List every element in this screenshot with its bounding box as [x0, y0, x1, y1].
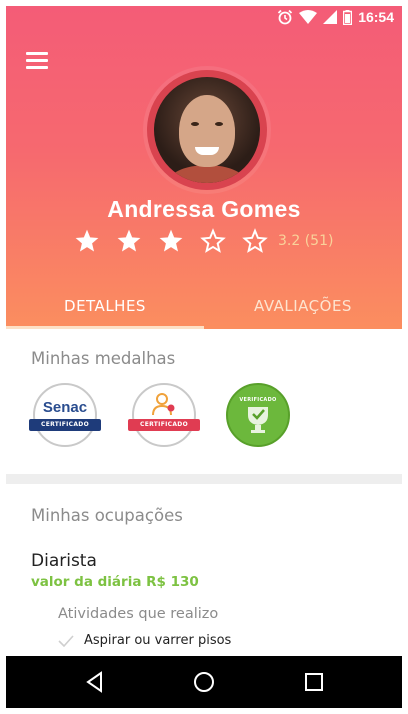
occupation-title: Diarista	[31, 551, 97, 571]
hamburger-menu-icon[interactable]	[26, 52, 48, 70]
details-content: Minhas medalhas Senac CERTIFICADO CERTIF…	[6, 329, 402, 656]
occupations-title: Minhas ocupações	[31, 506, 183, 525]
profile-tabs: DETALHES AVALIAÇÕES	[6, 284, 402, 329]
medal-ribbon: CERTIFICADO	[29, 419, 101, 431]
back-icon[interactable]	[81, 668, 109, 696]
wifi-icon	[299, 10, 318, 24]
status-bar: 16:54	[6, 6, 402, 30]
medals-title: Minhas medalhas	[31, 349, 176, 368]
medal-certificado[interactable]: CERTIFICADO	[128, 383, 200, 447]
star-filled-icon	[75, 229, 99, 252]
tab-avaliacoes[interactable]: AVALIAÇÕES	[204, 284, 402, 329]
profile-name: Andressa Gomes	[107, 196, 301, 222]
star-filled-icon	[159, 229, 183, 252]
activity-label: Aspirar ou varrer pisos	[84, 633, 232, 648]
app-screen: 16:54 Andressa Gomes 3.2 (51) DETALHES A…	[6, 6, 402, 708]
rating-count: 3.2 (51)	[278, 233, 334, 249]
profile-header: 16:54 Andressa Gomes 3.2 (51) DETALHES A…	[6, 6, 402, 329]
battery-icon	[343, 9, 353, 25]
section-divider	[6, 474, 402, 484]
check-icon	[58, 634, 74, 647]
avatar	[147, 70, 267, 190]
person-badge-icon	[152, 393, 175, 416]
rating-stars: 3.2 (51)	[74, 226, 333, 256]
recents-icon[interactable]	[300, 668, 328, 696]
alarm-icon	[278, 9, 293, 25]
medal-ribbon: CERTIFICADO	[128, 419, 200, 431]
trophy-check-icon	[248, 407, 268, 433]
tab-detalhes[interactable]: DETALHES	[6, 284, 204, 329]
occupation-price: valor da diária R$ 130	[31, 574, 199, 590]
status-time: 16:54	[358, 9, 394, 25]
star-filled-icon	[117, 229, 141, 252]
activities-title: Atividades que realizo	[58, 606, 219, 622]
senac-logo: Senac	[42, 399, 88, 416]
star-empty-icon	[242, 228, 268, 253]
list-item: Aspirar ou varrer pisos	[58, 633, 231, 648]
home-icon[interactable]	[190, 668, 218, 696]
star-empty-icon	[200, 228, 226, 253]
signal-icon	[323, 10, 338, 24]
verified-label: VERIFICADO	[239, 397, 277, 403]
medal-senac[interactable]: Senac CERTIFICADO	[29, 383, 101, 447]
medal-verificado[interactable]: VERIFICADO	[226, 383, 290, 447]
profile-photo	[154, 77, 260, 183]
navigation-bar	[6, 656, 402, 708]
